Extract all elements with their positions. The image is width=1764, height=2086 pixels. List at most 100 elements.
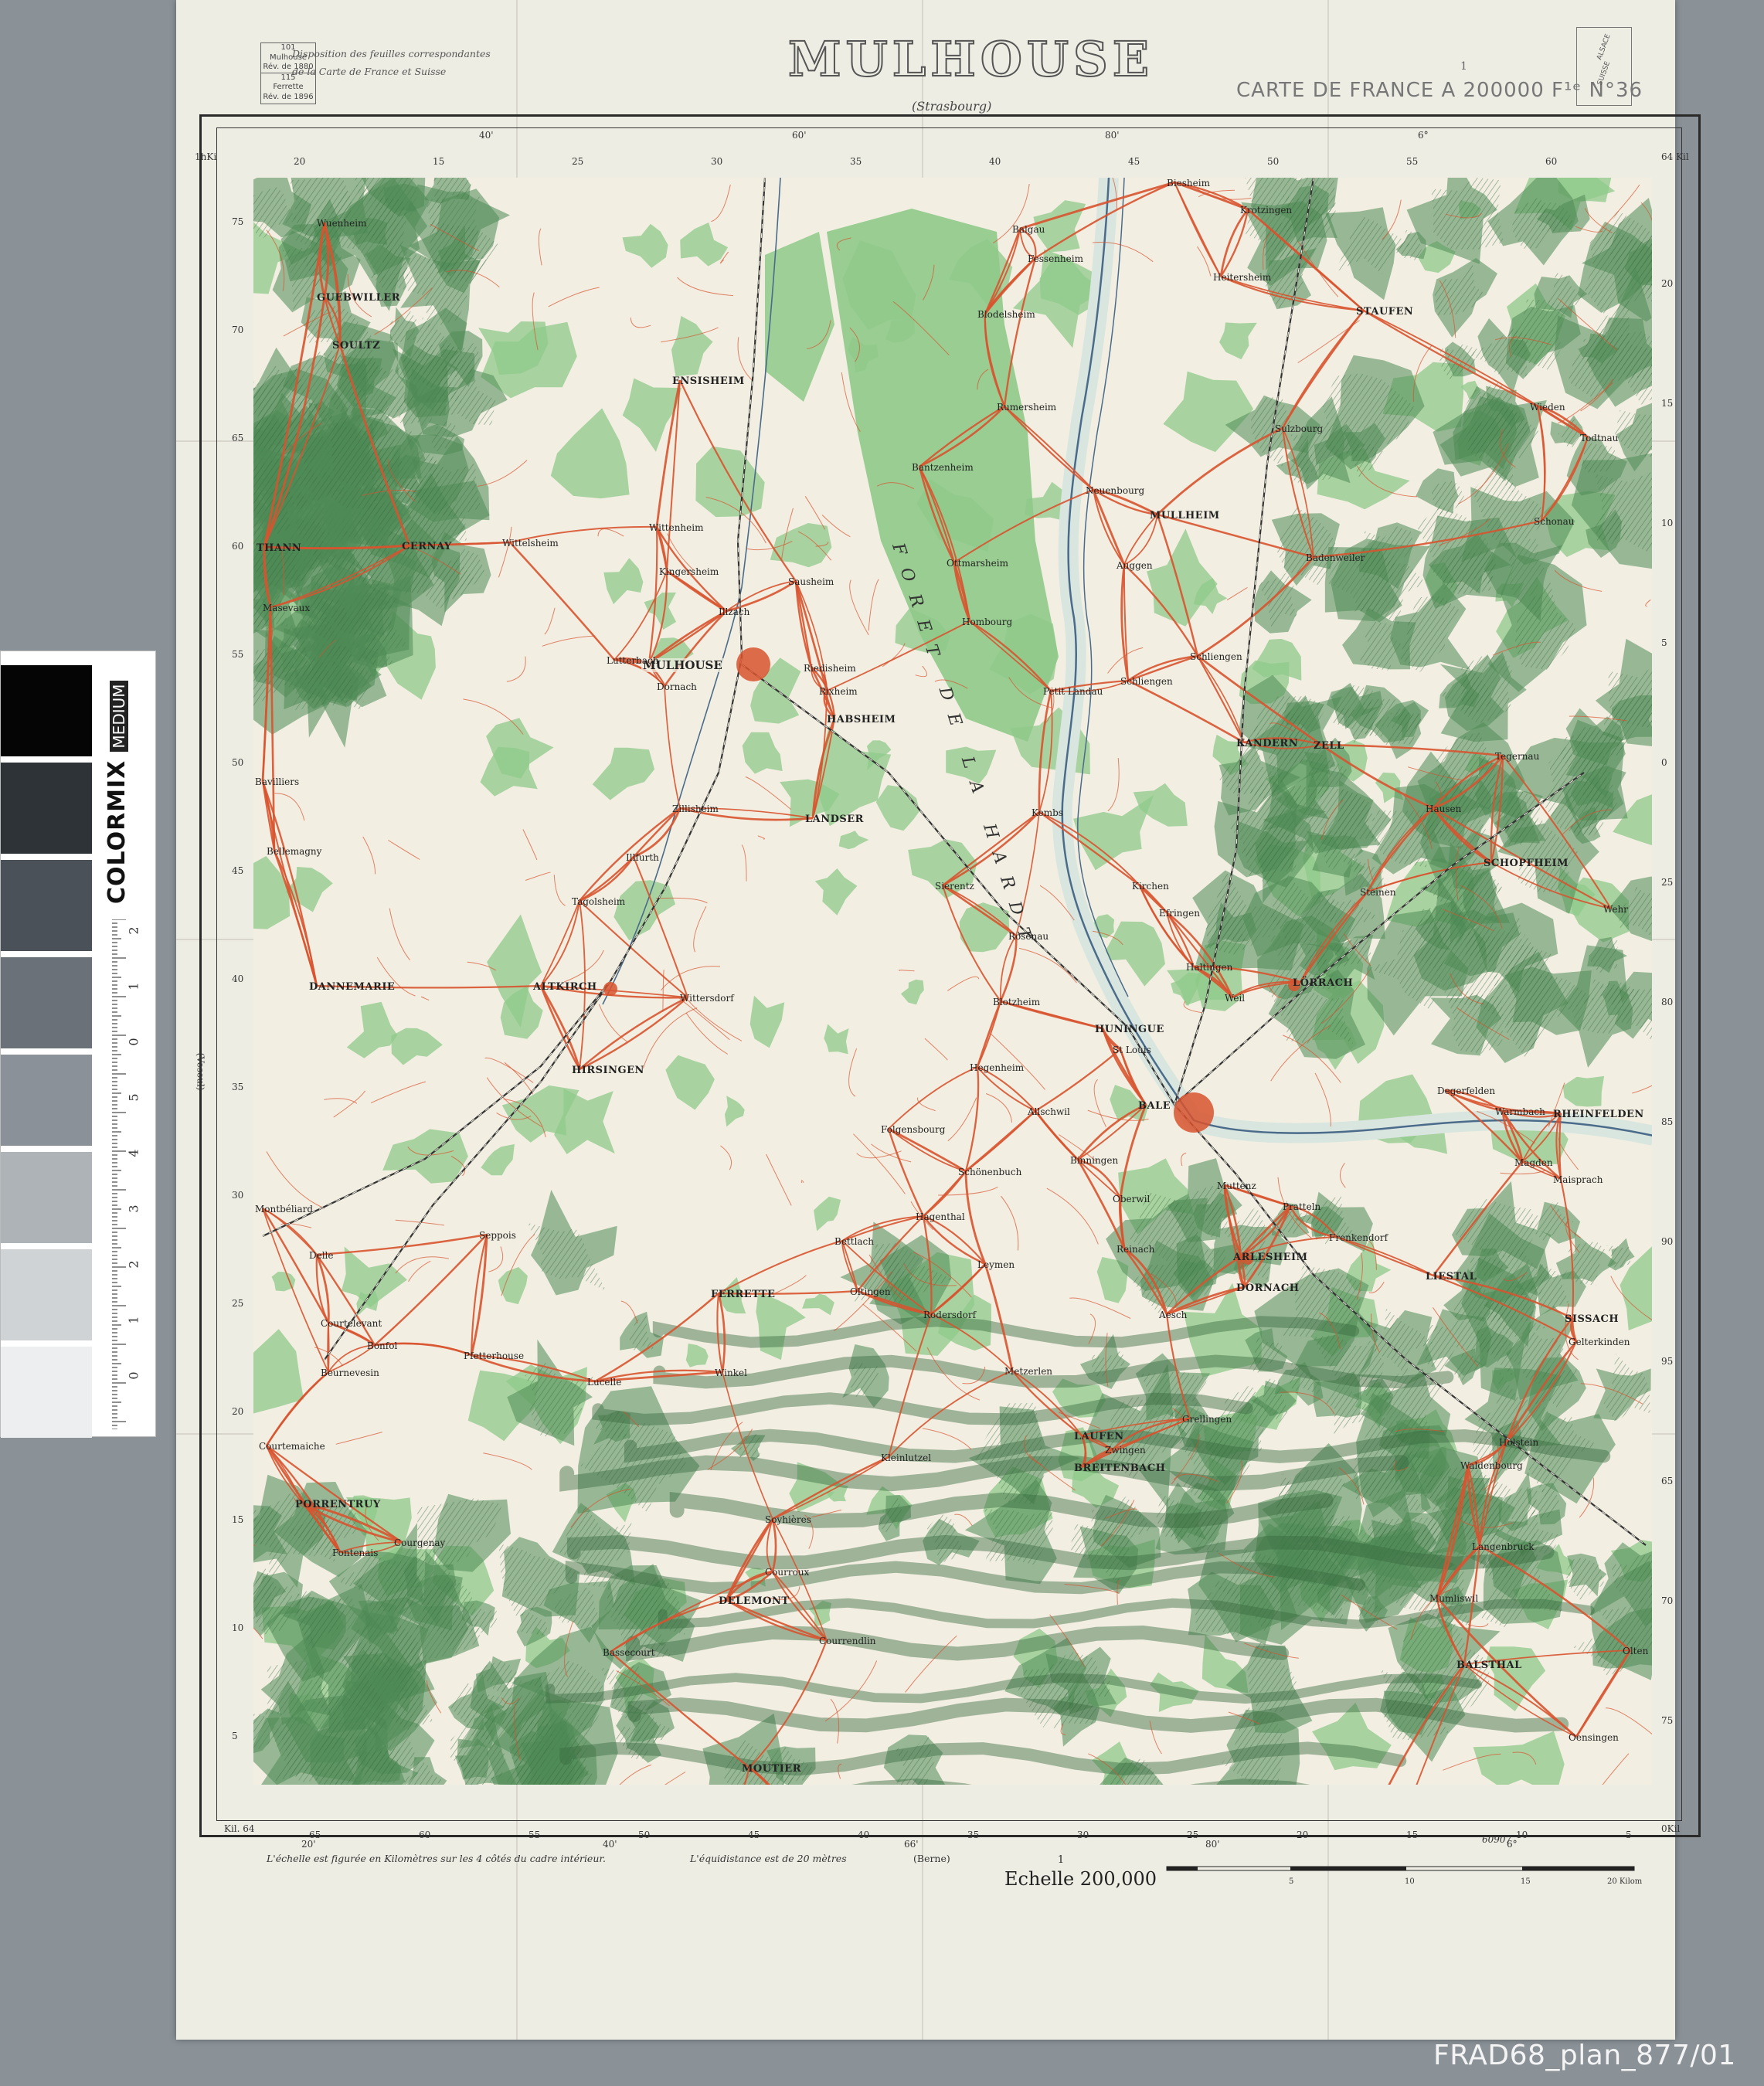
place-label: Hausen xyxy=(1426,803,1462,814)
left-km-tick: 50 xyxy=(232,757,244,768)
map-title: MULHOUSE xyxy=(787,30,1154,88)
place-label: KANDERN xyxy=(1236,738,1299,749)
right-km-tick: 90 xyxy=(1661,1236,1674,1247)
place-label: ARLESHEIM xyxy=(1233,1252,1308,1263)
map-subtitle: (Strasbourg) xyxy=(912,99,992,114)
bottom-km-tick: 45 xyxy=(748,1829,760,1840)
place-label: Grellingen xyxy=(1182,1414,1232,1425)
place-label: Mumliswil xyxy=(1429,1593,1479,1604)
place-label: Bellemagny xyxy=(267,846,322,857)
place-label: Bonfol xyxy=(367,1340,398,1351)
ruler-number: 0 xyxy=(126,1371,141,1380)
index-bottom-name: Ferrette xyxy=(273,83,304,91)
place-label: Frenkendorf xyxy=(1329,1232,1388,1243)
top-degree-tick: 40' xyxy=(479,130,494,141)
place-label: Beurnevesin xyxy=(321,1367,379,1378)
place-label: Petit Landau xyxy=(1043,686,1103,697)
place-label: Haltingen xyxy=(1186,962,1233,973)
bottom-km-tick: 30 xyxy=(1077,1829,1089,1840)
place-labels: Wuenheim GUEBWILLER SOULTZ CERNAY THANN ENSIS… xyxy=(253,178,1652,1785)
corner-tl-label: 1hKi xyxy=(195,151,217,162)
place-label: Courroux xyxy=(765,1567,810,1578)
place-label: Bavilliers xyxy=(255,776,300,787)
place-label: Oensingen xyxy=(1569,1732,1619,1743)
place-label: Kleinlutzel xyxy=(881,1452,932,1463)
place-label: HABSHEIM xyxy=(827,714,896,725)
color-swatch xyxy=(1,860,92,951)
place-label: Efringen xyxy=(1159,908,1201,919)
scale-bar xyxy=(1166,1866,1635,1871)
place-label: Masevaux xyxy=(263,603,311,613)
top-degree-tick: 60' xyxy=(792,130,807,141)
place-label: Metzerlen xyxy=(1004,1366,1053,1377)
disposition-note: Disposition des feuilles correspondantes… xyxy=(292,45,539,80)
place-label: GUEBWILLER xyxy=(317,292,401,304)
left-km-tick: 60 xyxy=(232,541,244,552)
place-label: ENSISHEIM xyxy=(672,375,745,387)
place-label: Tagolsheim xyxy=(572,896,626,907)
place-label: Courtelevant xyxy=(321,1318,382,1329)
bottom-degree-tick: 40' xyxy=(603,1839,617,1850)
place-label: Zwingen xyxy=(1105,1445,1146,1456)
left-km-tick: 55 xyxy=(232,649,244,660)
footer-note-berne: (Berne) xyxy=(913,1853,950,1864)
place-label: Wittelsheim xyxy=(502,538,559,549)
place-label: Binningen xyxy=(1070,1155,1119,1166)
ruler-number: 3 xyxy=(126,1204,141,1213)
side-left-label: (Vesoul) xyxy=(195,1052,206,1091)
place-label: Wittersdorf xyxy=(680,993,734,1004)
brand-name: COLORMIX xyxy=(104,759,131,904)
place-label: Bettlach xyxy=(834,1236,875,1247)
place-label: DANNEMARIE xyxy=(309,981,396,993)
place-label: Wehr xyxy=(1603,904,1628,915)
place-label: Riedisheim xyxy=(804,663,856,674)
place-label: Schonau xyxy=(1534,516,1575,527)
place-label: DORNACH xyxy=(1236,1283,1300,1294)
bottom-km-tick: 40 xyxy=(858,1829,870,1840)
left-km-tick: 10 xyxy=(232,1622,244,1633)
place-label: Waldenbourg xyxy=(1460,1460,1523,1471)
disposition-line-2: de la Carte de France et Suisse xyxy=(292,66,447,77)
place-label: Oberwil xyxy=(1113,1194,1151,1204)
place-label: Badenweiler xyxy=(1306,552,1365,563)
place-label: Lutterbach xyxy=(607,655,659,666)
color-swatch xyxy=(1,1055,92,1146)
right-km-tick: 10 xyxy=(1661,518,1674,528)
place-label: Aesch xyxy=(1159,1310,1188,1320)
place-label: Courgenay xyxy=(394,1537,446,1548)
place-label: SCHOPFHEIM xyxy=(1484,858,1569,869)
top-km-tick: 35 xyxy=(850,156,862,167)
place-label: BREITENBACH xyxy=(1074,1463,1166,1474)
right-km-tick: 85 xyxy=(1661,1116,1674,1127)
place-label: Rumersheim xyxy=(997,402,1057,413)
left-km-tick: 35 xyxy=(232,1082,244,1092)
ruler-number: 0 xyxy=(126,1038,141,1046)
left-km-tick: 65 xyxy=(232,433,244,443)
left-km-tick: 5 xyxy=(232,1731,238,1741)
scale-fraction: 1 xyxy=(1057,1854,1065,1866)
place-label: Schliengen xyxy=(1190,651,1242,662)
place-label: Todtnau xyxy=(1580,433,1619,443)
place-label: Courtemaiche xyxy=(259,1441,325,1452)
place-label: Magden xyxy=(1514,1157,1553,1168)
bottom-degree-tick: 20' xyxy=(301,1839,316,1850)
bottom-km-tick: 20 xyxy=(1297,1829,1309,1840)
color-card-ruler xyxy=(112,919,126,1429)
corner-tr-label: 64 Kil xyxy=(1661,151,1689,162)
left-km-tick: 20 xyxy=(232,1406,244,1417)
place-label: LÖRRACH xyxy=(1293,977,1354,989)
place-label: Hegenheim xyxy=(970,1062,1025,1073)
bottom-degree-tick: 66' xyxy=(904,1839,919,1850)
top-degree-tick: 6° xyxy=(1418,130,1429,141)
place-label: Balgau xyxy=(1012,224,1045,235)
footer-note-scale: L'échelle est figurée en Kilomètres sur … xyxy=(267,1853,606,1864)
right-km-tick: 75 xyxy=(1661,1715,1674,1726)
top-km-tick: 15 xyxy=(433,156,445,167)
place-label: Folgensbourg xyxy=(881,1124,946,1135)
top-km-tick: 25 xyxy=(572,156,584,167)
top-km-tick: 30 xyxy=(711,156,723,167)
place-label: Oltingen xyxy=(850,1286,891,1297)
place-label: Olten xyxy=(1623,1646,1649,1656)
place-label: Auggen xyxy=(1117,560,1153,571)
place-label: Lucelle xyxy=(587,1377,622,1388)
